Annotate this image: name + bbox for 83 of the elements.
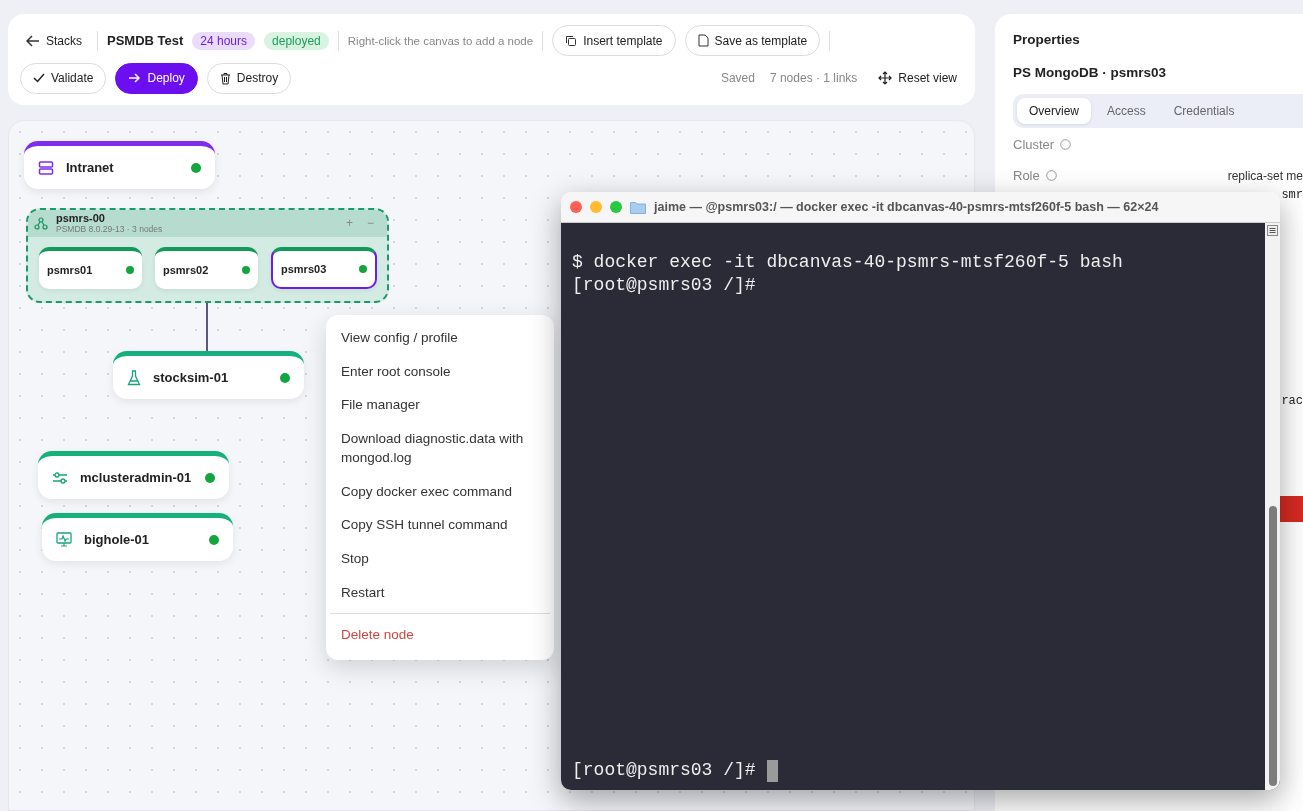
trash-icon <box>219 71 231 85</box>
status-dot <box>359 265 367 273</box>
node-name: psmrs01 <box>47 264 94 276</box>
text-cursor <box>766 759 778 782</box>
menu-item[interactable]: Stop <box>326 541 554 576</box>
zoom-button[interactable] <box>610 201 622 213</box>
status-dot <box>209 534 219 545</box>
tab[interactable]: Access <box>1095 98 1158 124</box>
field-label: Cluster <box>1013 137 1055 152</box>
menu-item[interactable]: File manager <box>326 388 554 422</box>
node-name: bighole-01 <box>84 532 150 547</box>
stack-title: PSMDB Test <box>107 33 184 49</box>
flask-icon <box>127 369 141 386</box>
menu-item[interactable]: View config / profile <box>326 321 554 355</box>
service-node[interactable]: Intranet <box>24 141 215 189</box>
status-dot <box>242 266 250 274</box>
field-value: rac <box>1281 394 1303 408</box>
node-name: psmrs02 <box>163 264 210 276</box>
cluster-name: psmrs-00 <box>56 212 106 224</box>
back-button[interactable]: Stacks <box>20 29 88 52</box>
folder-icon <box>630 200 646 214</box>
tab[interactable]: Credentials <box>1161 98 1247 124</box>
help-icon <box>1045 170 1057 181</box>
node-count: 7 nodes · 1 links <box>769 71 858 86</box>
danger-button[interactable] <box>1279 496 1303 522</box>
arrow-icon <box>128 73 142 84</box>
insert-template-button[interactable]: Insert template <box>552 25 676 57</box>
field-value: replica-set me <box>1227 168 1303 183</box>
menu-item[interactable]: Enter root console <box>326 354 554 389</box>
cluster-meta: PSMDB 8.0.29-13 · 3 nodes <box>56 224 163 234</box>
status-dot <box>280 372 290 383</box>
member-node[interactable]: psmrs01 <box>39 247 142 289</box>
monitor-icon <box>56 532 72 547</box>
node-name: psmrs03 <box>281 263 328 275</box>
deploy-button[interactable]: Deploy <box>115 62 198 94</box>
save-template-button[interactable]: Save as template <box>684 25 821 57</box>
destroy-button[interactable]: Destroy <box>206 62 292 94</box>
status-dot <box>126 266 134 274</box>
link-line <box>206 303 208 351</box>
service-node[interactable]: mclusteradmin-01 <box>38 451 229 499</box>
sliders-icon <box>52 470 68 485</box>
back-arrow-icon <box>26 34 40 47</box>
terminal-line: [root@psmrs03 /]# <box>572 274 757 297</box>
service-node[interactable]: stocksim-01 <box>113 351 304 399</box>
save-state: Saved <box>720 71 755 86</box>
file-icon <box>697 34 709 48</box>
menu-item[interactable]: Restart <box>326 575 554 610</box>
tab[interactable]: Overview <box>1017 98 1091 124</box>
close-button[interactable] <box>570 201 582 213</box>
status-badge: deployed <box>264 31 329 50</box>
scrollbar-thumb[interactable] <box>1268 506 1277 786</box>
member-node[interactable]: psmrs03 <box>271 247 377 289</box>
menu-item[interactable]: Copy SSH tunnel command <box>326 508 554 542</box>
help-icon <box>1060 139 1072 150</box>
menu-item[interactable]: Download diagnostic.data with mongod.log <box>326 421 554 475</box>
copy-icon <box>565 34 578 47</box>
window-title: jaime — @psmrs03:/ — docker exec -it dbcanvas-40-psmrs-mtsf260f-5 bash — 62×24 <box>654 200 1159 214</box>
cluster-group[interactable]: psmrs-00 PSMDB 8.0.29-13 · 3 nodes + − psmrs01 psmrs02 psmrs03 <box>26 208 389 303</box>
cluster-icon <box>34 216 48 230</box>
status-dot <box>191 162 201 173</box>
panel-heading: Properties <box>1013 32 1081 47</box>
terminal-prompt: [root@psmrs03 /]# <box>572 759 756 782</box>
validate-button[interactable]: Validate <box>20 62 107 94</box>
move-icon <box>878 71 893 86</box>
node-name: stocksim-01 <box>153 370 230 385</box>
canvas-hint: Right-click the canvas to add a node <box>347 34 534 47</box>
menu-icon[interactable] <box>1267 225 1278 236</box>
scrollbar[interactable] <box>1265 223 1280 790</box>
terminal-line: $ docker exec -it dbcanvas-40-psmrs-mtsf260f-5 bash <box>572 251 1124 274</box>
member-node[interactable]: psmrs02 <box>155 247 258 289</box>
node-name: mclusteradmin-01 <box>80 470 193 485</box>
ttl-badge: 24 hours <box>192 31 256 50</box>
node-name: Intranet <box>66 160 115 175</box>
node-title: PS MongoDB · psmrs03 <box>1013 65 1168 80</box>
service-node[interactable]: bighole-01 <box>42 513 233 561</box>
field-value: smr <box>1281 188 1303 202</box>
status-dot <box>205 472 215 483</box>
field-label: Role <box>1013 168 1040 183</box>
server-icon <box>38 159 54 176</box>
menu-item[interactable]: Copy docker exec command <box>326 474 554 509</box>
check-icon <box>33 73 45 84</box>
menu-item[interactable]: Delete node <box>326 618 554 652</box>
reset-view-button[interactable]: Reset view <box>872 67 963 90</box>
